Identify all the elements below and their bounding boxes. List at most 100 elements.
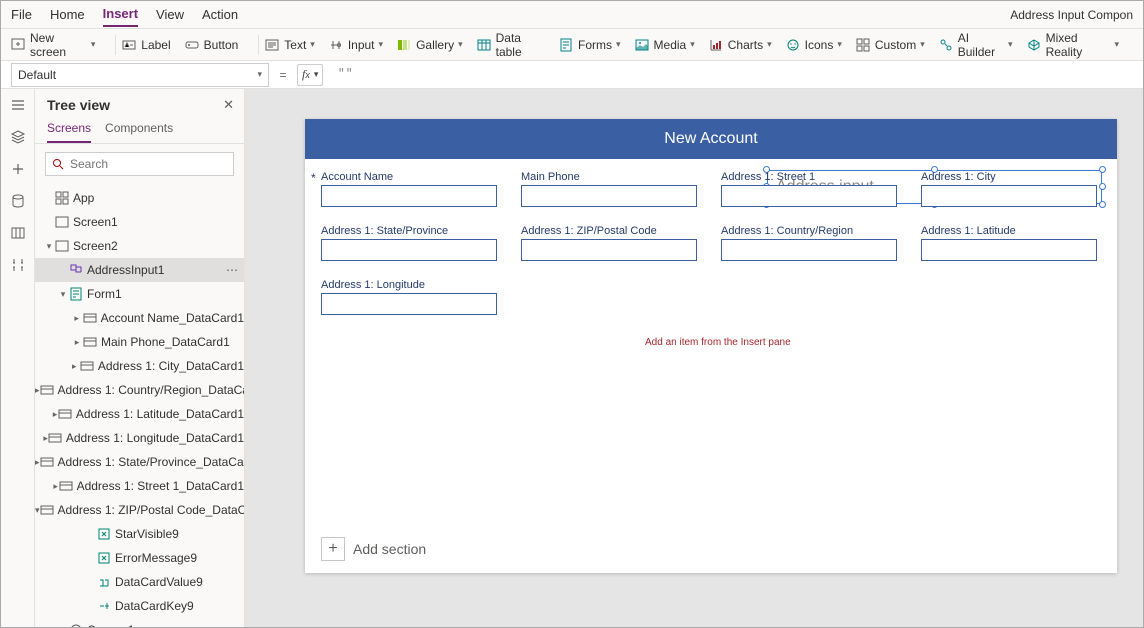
field-input[interactable] <box>921 185 1097 207</box>
label-button[interactable]: Label <box>122 38 170 52</box>
field-input[interactable] <box>321 185 497 207</box>
field-label: Address 1: Latitude <box>921 225 1101 237</box>
gallery-button[interactable]: Gallery▾ <box>397 38 463 52</box>
mixed-reality-button[interactable]: Mixed Reality▾ <box>1027 31 1119 59</box>
form-field[interactable]: Address 1: Longitude <box>321 279 501 333</box>
tree-node-label: Address 1: Country/Region_DataCard1 <box>58 383 244 397</box>
field-input[interactable] <box>521 185 697 207</box>
insert-plus-icon[interactable] <box>10 161 26 177</box>
tree-node-label: Main Phone_DataCard1 <box>101 335 230 349</box>
field-input[interactable] <box>721 185 897 207</box>
form-field[interactable]: Address 1: Latitude <box>921 225 1101 279</box>
tree-node[interactable]: ▸?Canvas1 <box>35 618 244 627</box>
tree-node[interactable]: ErrorMessage9 <box>35 546 244 570</box>
field-label: Address 1: Longitude <box>321 279 501 291</box>
form-field[interactable]: Address 1: Country/Region <box>721 225 901 279</box>
formula-expression[interactable]: "" <box>331 67 1143 82</box>
tab-screens[interactable]: Screens <box>47 117 91 143</box>
menu-insert[interactable]: Insert <box>103 2 138 27</box>
close-icon[interactable]: ✕ <box>223 97 234 113</box>
data-table-button[interactable]: Data table <box>477 31 545 59</box>
field-input[interactable] <box>521 239 697 261</box>
custom-icon <box>856 38 870 52</box>
data-icon[interactable] <box>10 193 26 209</box>
property-selector[interactable]: Default▾ <box>11 63 269 87</box>
svg-text:?: ? <box>74 626 79 627</box>
form-field[interactable]: Address 1: ZIP/Postal Code <box>521 225 701 279</box>
tree-node[interactable]: ▾Screen2 <box>35 234 244 258</box>
card-icon <box>58 407 72 421</box>
tree-node[interactable]: ▸Address 1: State/Province_DataCard1 <box>35 450 244 474</box>
new-screen-button[interactable]: New screen▾ <box>11 31 95 59</box>
field-input[interactable] <box>321 239 497 261</box>
tree-node[interactable]: StarVisible9 <box>35 522 244 546</box>
ribbon: New screen▾ Label Button Text▾ Input▾ Ga… <box>1 29 1143 61</box>
tree-node[interactable]: AddressInput1 ⋯ <box>35 258 244 282</box>
star-icon <box>97 551 111 565</box>
tree-search-input[interactable] <box>70 157 227 171</box>
tree-twisty-icon: ▸ <box>71 337 83 348</box>
media-rail-icon[interactable] <box>10 225 26 241</box>
form-field[interactable]: Address 1: Street 1 <box>721 171 901 225</box>
form-field[interactable]: *Account Name <box>321 171 501 225</box>
field-input[interactable] <box>321 293 497 315</box>
media-icon <box>635 38 649 52</box>
tab-components[interactable]: Components <box>105 117 173 143</box>
field-label: Address 1: Street 1 <box>721 171 901 183</box>
field-label: Main Phone <box>521 171 701 183</box>
tree-node-label: Form1 <box>87 287 122 301</box>
tree-search[interactable] <box>45 152 234 176</box>
tree-node-label: AddressInput1 <box>87 263 164 277</box>
tree-node[interactable]: ▸Address 1: Street 1_DataCard1 <box>35 474 244 498</box>
tree-node[interactable]: ▸Account Name_DataCard1 <box>35 306 244 330</box>
tree-node[interactable]: ▾Address 1: ZIP/Postal Code_DataCard1 <box>35 498 244 522</box>
tree-view-icon[interactable] <box>10 129 26 145</box>
ai-builder-button[interactable]: AI Builder▾ <box>939 31 1013 59</box>
text-button[interactable]: Text▾ <box>265 38 315 52</box>
input-button[interactable]: Input▾ <box>329 38 383 52</box>
chevron-down-icon: ▾ <box>91 39 96 50</box>
tree-node[interactable]: ▸Address 1: Longitude_DataCard1 <box>35 426 244 450</box>
add-section-button[interactable]: + Add section <box>321 537 426 561</box>
insert-hint[interactable]: Add an item from the Insert pane <box>645 337 791 348</box>
field-input[interactable] <box>921 239 1097 261</box>
tree-twisty-icon: ▾ <box>57 289 69 300</box>
charts-button[interactable]: Charts▾ <box>709 38 772 52</box>
screen-icon <box>55 215 69 229</box>
form-field[interactable]: Main Phone <box>521 171 701 225</box>
canvas[interactable]: New Account Add an item from the Insert … <box>305 119 1117 573</box>
menu-file[interactable]: File <box>11 3 32 26</box>
menu-view[interactable]: View <box>156 3 184 26</box>
tree-node-label: DataCardKey9 <box>115 599 194 613</box>
button-button[interactable]: Button <box>185 38 239 52</box>
more-icon[interactable]: ⋯ <box>226 263 238 277</box>
form-field[interactable]: Address 1: City <box>921 171 1101 225</box>
hamburger-icon[interactable] <box>10 97 26 113</box>
form-field[interactable]: Address 1: State/Province <box>321 225 501 279</box>
tree-node[interactable]: ▸Address 1: City_DataCard1 <box>35 354 244 378</box>
forms-button[interactable]: Forms▾ <box>559 38 621 52</box>
form-icon <box>69 287 83 301</box>
fx-button[interactable]: fx▾ <box>297 64 323 86</box>
tree-node[interactable]: ▸Address 1: Country/Region_DataCard1 <box>35 378 244 402</box>
label-icon <box>122 38 136 52</box>
media-button[interactable]: Media▾ <box>635 38 695 52</box>
icons-icon <box>786 38 800 52</box>
tree-node[interactable]: DataCardValue9 <box>35 570 244 594</box>
field-label: Account Name <box>321 171 501 183</box>
icons-button[interactable]: Icons▾ <box>786 38 842 52</box>
custom-button[interactable]: Custom▾ <box>856 38 925 52</box>
tree-node[interactable]: ▸ Main Phone_DataCard1 <box>35 330 244 354</box>
tree-node[interactable]: ▸Address 1: Latitude_DataCard1 <box>35 402 244 426</box>
tree-node[interactable]: Screen1 <box>35 210 244 234</box>
tree-node[interactable]: App <box>35 186 244 210</box>
search-icon <box>52 158 64 170</box>
tools-icon[interactable] <box>10 257 26 273</box>
tree-node[interactable]: ▾ Form1 <box>35 282 244 306</box>
menu-action[interactable]: Action <box>202 3 238 26</box>
new-screen-icon <box>11 38 25 52</box>
field-input[interactable] <box>721 239 897 261</box>
tree-node[interactable]: DataCardKey9 <box>35 594 244 618</box>
data-table-icon <box>477 38 491 52</box>
menu-home[interactable]: Home <box>50 3 85 26</box>
